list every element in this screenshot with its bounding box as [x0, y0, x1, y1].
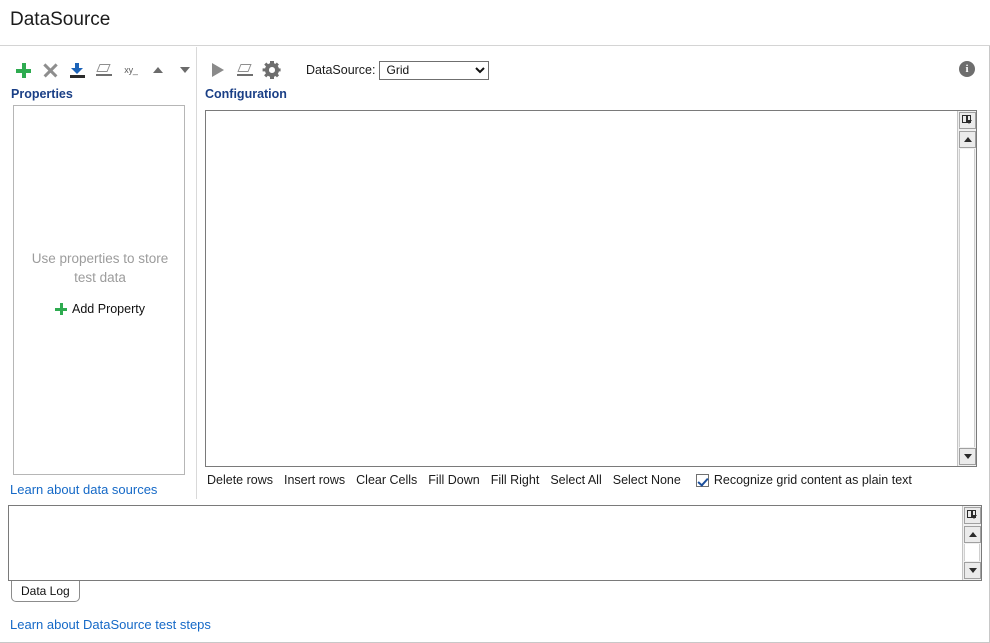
options-icon[interactable] — [261, 59, 283, 81]
log-vertical-scrollbar[interactable] — [962, 506, 981, 580]
scrollbar-track[interactable] — [959, 149, 975, 447]
split-pane-icon[interactable] — [964, 507, 981, 524]
scrollbar-track[interactable] — [964, 544, 980, 561]
datasource-select[interactable]: Grid — [379, 61, 489, 80]
tab-data-log[interactable]: Data Log — [11, 581, 80, 602]
scroll-up-button[interactable] — [964, 526, 981, 543]
configuration-section-label: Configuration — [205, 87, 287, 101]
clear-property-icon[interactable] — [93, 59, 115, 81]
triangle-up-icon — [964, 137, 972, 142]
plus-icon — [55, 303, 67, 315]
eraser-icon — [96, 63, 112, 78]
pane-divider — [196, 47, 197, 499]
eraser-icon — [237, 63, 253, 78]
configuration-toolbar: DataSource: Grid — [207, 58, 489, 82]
recognize-plain-text-checkbox[interactable] — [696, 474, 709, 487]
page-title: DataSource — [10, 9, 110, 31]
grid-action-select-all[interactable]: Select All — [550, 473, 601, 487]
triangle-up-icon — [969, 532, 977, 537]
grid-action-delete-rows[interactable]: Delete rows — [207, 473, 273, 487]
x-icon — [43, 63, 57, 77]
grid-action-clear-cells[interactable]: Clear Cells — [356, 473, 417, 487]
grid-action-select-none[interactable]: Select None — [613, 473, 681, 487]
grid-canvas[interactable] — [206, 111, 958, 466]
play-icon — [212, 63, 224, 77]
move-up-icon[interactable] — [147, 59, 169, 81]
properties-empty-line2: test data — [14, 268, 186, 287]
learn-about-data-sources-link[interactable]: Learn about data sources — [10, 482, 157, 497]
grid-action-insert-rows[interactable]: Insert rows — [284, 473, 345, 487]
run-icon[interactable] — [207, 59, 229, 81]
scroll-up-button[interactable] — [959, 131, 976, 148]
window-titlebar: DataSource — [0, 0, 990, 46]
scroll-down-button[interactable] — [964, 562, 981, 579]
properties-list-box[interactable]: Use properties to store test data Add Pr… — [13, 105, 185, 475]
data-log-content[interactable] — [9, 506, 963, 580]
grid-vertical-scrollbar[interactable] — [957, 111, 976, 466]
move-down-icon[interactable] — [174, 59, 196, 81]
add-property-button[interactable]: Add Property — [14, 302, 186, 316]
learn-about-datasource-test-steps-link[interactable]: Learn about DataSource test steps — [10, 617, 211, 632]
data-log-box — [8, 505, 982, 581]
properties-section-label: Properties — [11, 87, 73, 101]
grid-action-fill-down[interactable]: Fill Down — [428, 473, 479, 487]
chevron-down-icon — [180, 67, 190, 73]
log-tab-strip: Data Log — [8, 581, 982, 603]
rename-property-icon[interactable]: xy_ — [120, 59, 142, 81]
triangle-down-icon — [964, 454, 972, 459]
recognize-plain-text-label: Recognize grid content as plain text — [714, 473, 912, 487]
datasource-editor-window: DataSource xy_ Properties — [0, 0, 990, 643]
download-icon — [70, 63, 85, 78]
grid-actions-bar: Delete rows Insert rows Clear Cells Fill… — [207, 473, 912, 487]
datasource-label: DataSource: — [306, 63, 375, 77]
add-property-label: Add Property — [72, 302, 145, 316]
grid-action-fill-right[interactable]: Fill Right — [491, 473, 540, 487]
configuration-grid-box — [205, 110, 977, 467]
recognize-plain-text-checkbox-wrap[interactable]: Recognize grid content as plain text — [696, 473, 912, 487]
chevron-up-icon — [153, 67, 163, 73]
clear-configuration-icon[interactable] — [234, 59, 256, 81]
xy-text-icon: xy_ — [124, 65, 137, 75]
load-property-icon[interactable] — [66, 59, 88, 81]
plus-icon — [16, 63, 31, 78]
scroll-down-button[interactable] — [959, 448, 976, 465]
triangle-down-icon — [969, 568, 977, 573]
properties-empty-line1: Use properties to store — [14, 249, 186, 268]
split-glyph-icon — [967, 510, 978, 521]
gear-icon — [264, 62, 280, 78]
delete-property-icon[interactable] — [39, 59, 61, 81]
info-icon[interactable]: i — [959, 61, 975, 77]
split-pane-icon[interactable] — [959, 112, 976, 129]
properties-toolbar: xy_ — [12, 58, 201, 82]
add-property-icon[interactable] — [12, 59, 34, 81]
properties-empty-message: Use properties to store test data — [14, 249, 186, 287]
split-glyph-icon — [962, 115, 973, 126]
